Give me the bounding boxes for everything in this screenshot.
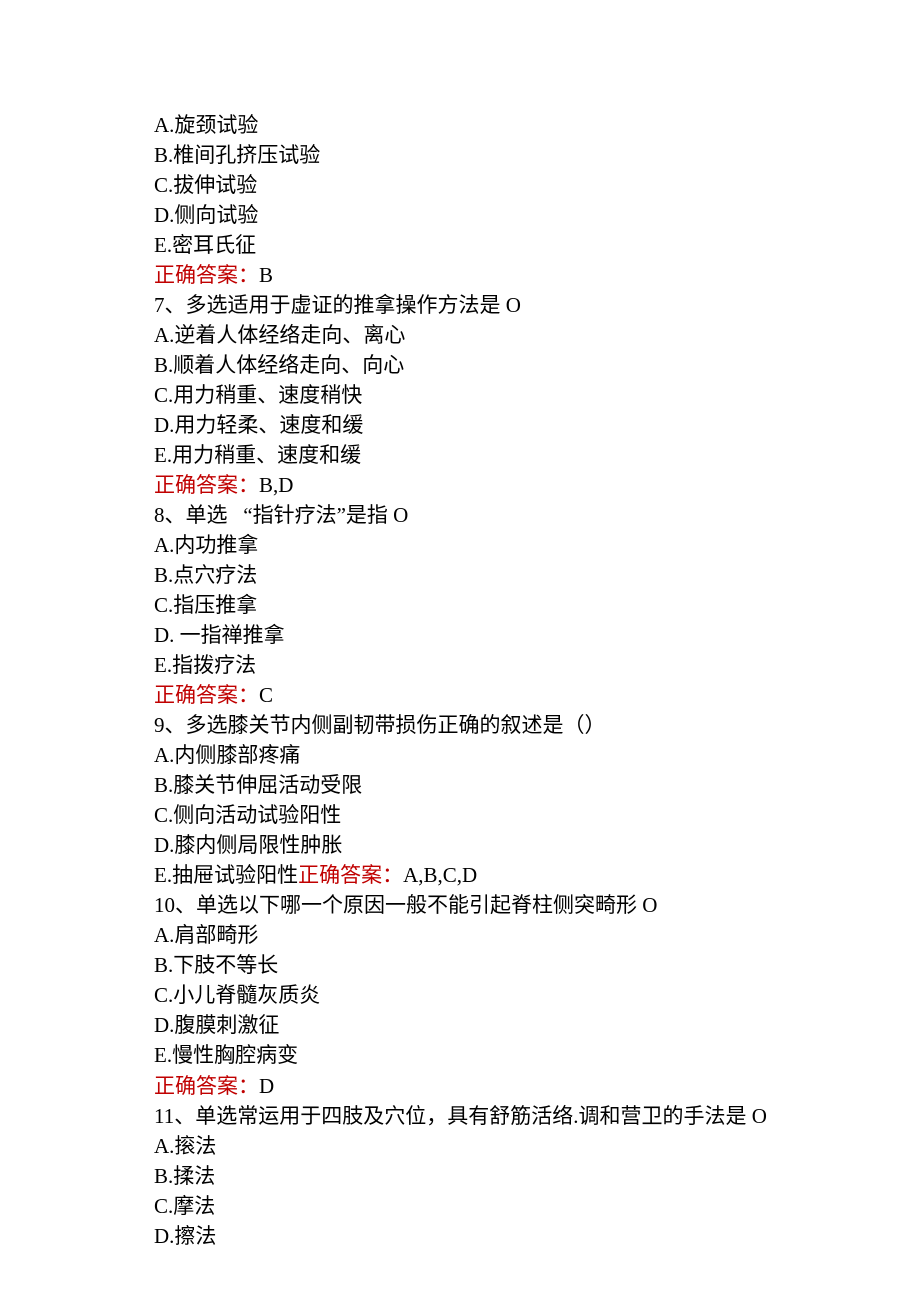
q8-stem: 8、单选 “指针疗法”是指 O	[154, 500, 920, 530]
answer-label: 正确答案：	[298, 863, 403, 887]
q10-stem: 10、单选以下哪一个原因一般不能引起脊柱侧突畸形 O	[154, 890, 920, 920]
q6-answer: 正确答案：B	[154, 260, 920, 290]
q10-option-e: E.慢性胸腔病变	[154, 1040, 920, 1070]
q8-option-e: E.指拨疗法	[154, 650, 920, 680]
answer-label: 正确答案：	[154, 1074, 259, 1098]
q9-stem: 9、多选膝关节内侧副韧带损伤正确的叙述是（）	[154, 710, 920, 740]
q6-option-e: E.密耳氏征	[154, 230, 920, 260]
q11-stem: 11、单选常运用于四肢及穴位，具有舒筋活络.调和营卫的手法是 O	[154, 1101, 920, 1131]
answer-value: A,B,C,D	[403, 863, 477, 887]
q8-answer: 正确答案：C	[154, 680, 920, 710]
answer-label: 正确答案：	[154, 683, 259, 707]
answer-value: B,D	[259, 473, 293, 497]
q9-option-e-and-answer: E.抽屉试验阳性正确答案：A,B,C,D	[154, 860, 920, 890]
q8-option-d: D. 一指禅推拿	[154, 620, 920, 650]
q11-option-b: B.揉法	[154, 1161, 920, 1191]
q11-option-c: C.摩法	[154, 1191, 920, 1221]
q10-option-b: B.下肢不等长	[154, 950, 920, 980]
q8-option-c: C.指压推拿	[154, 590, 920, 620]
q10-answer: 正确答案：D	[154, 1071, 920, 1101]
q11-option-d: D.擦法	[154, 1221, 920, 1251]
q6-option-d: D.侧向试验	[154, 200, 920, 230]
q7-option-e: E.用力稍重、速度和缓	[154, 440, 920, 470]
q6-option-a: A.旋颈试验	[154, 110, 920, 140]
q11-option-a: A.㨰法	[154, 1131, 920, 1161]
document-page: A.旋颈试验 B.椎间孔挤压试验 C.拔伸试验 D.侧向试验 E.密耳氏征 正确…	[0, 0, 920, 1301]
q7-option-d: D.用力轻柔、速度和缓	[154, 410, 920, 440]
q10-option-d: D.腹膜刺激征	[154, 1010, 920, 1040]
answer-label: 正确答案：	[154, 473, 259, 497]
q7-answer: 正确答案：B,D	[154, 470, 920, 500]
q9-option-e-prefix: E.抽屉试验阳性	[154, 863, 298, 887]
q9-option-c: C.侧向活动试验阳性	[154, 800, 920, 830]
q9-option-b: B.膝关节伸屈活动受限	[154, 770, 920, 800]
q10-option-c: C.小儿脊髓灰质炎	[154, 980, 920, 1010]
answer-value: C	[259, 683, 273, 707]
q8-option-a: A.内功推拿	[154, 530, 920, 560]
q7-option-b: B.顺着人体经络走向、向心	[154, 350, 920, 380]
q6-option-b: B.椎间孔挤压试验	[154, 140, 920, 170]
answer-value: B	[259, 263, 273, 287]
q10-option-a: A.肩部畸形	[154, 920, 920, 950]
q9-option-d: D.膝内侧局限性肿胀	[154, 830, 920, 860]
q8-option-b: B.点穴疗法	[154, 560, 920, 590]
q9-option-a: A.内侧膝部疼痛	[154, 740, 920, 770]
q7-option-a: A.逆着人体经络走向、离心	[154, 320, 920, 350]
q7-option-c: C.用力稍重、速度稍快	[154, 380, 920, 410]
q6-option-c: C.拔伸试验	[154, 170, 920, 200]
answer-label: 正确答案：	[154, 263, 259, 287]
answer-value: D	[259, 1074, 274, 1098]
q7-stem: 7、多选适用于虚证的推拿操作方法是 O	[154, 290, 920, 320]
